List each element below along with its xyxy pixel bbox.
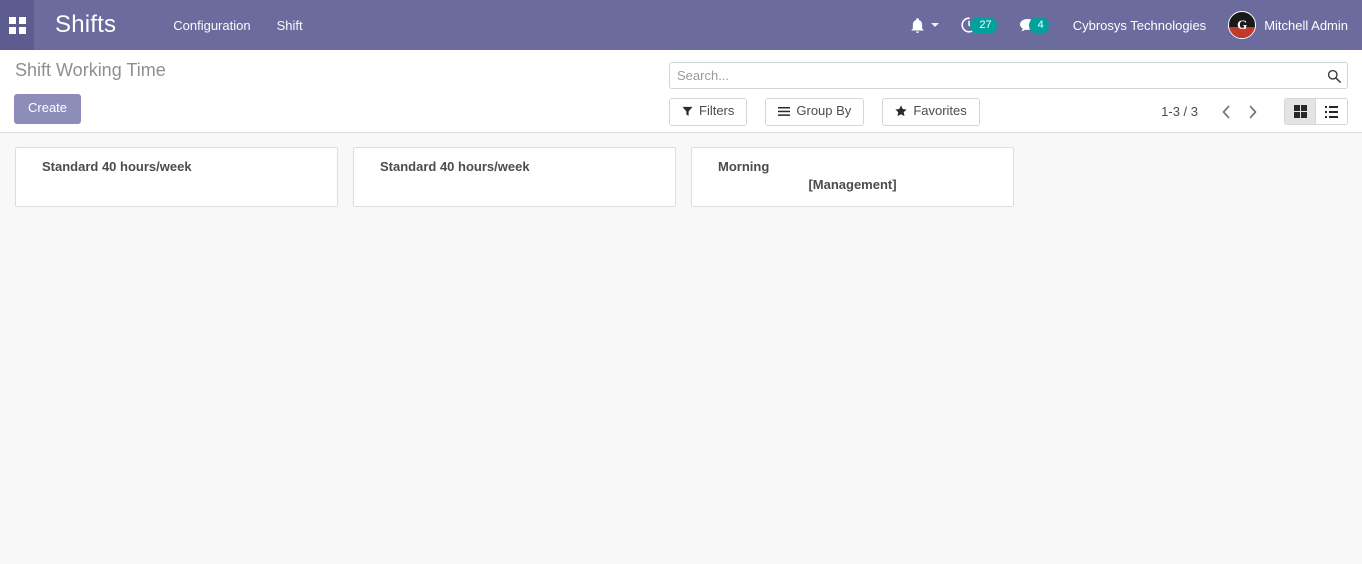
avatar: G [1228,11,1257,39]
kanban-card[interactable]: Standard 40 hours/week [353,147,676,208]
pager: 1-3 / 3 [1161,98,1266,125]
kanban-card-subtitle: [Management] [808,177,897,193]
clock-activity-icon: 27 [961,16,997,34]
kanban-card-title: Standard 40 hours/week [42,159,192,174]
search-dropdown-buttons: Filters Group By Favorites [669,98,980,126]
menu-item-configuration[interactable]: Configuration [173,18,250,33]
kanban-records-group: Standard 40 hours/week Standard 40 hours… [0,147,1362,219]
navbar-right-tools: 27 4 Cybrosys Technologies G Mitchell Ad… [900,0,1362,50]
search-icon[interactable] [1321,69,1341,83]
top-navbar: Shifts Configuration Shift 27 4 Cybrosys… [0,0,1362,50]
user-menu[interactable]: G Mitchell Admin [1219,11,1348,39]
control-panel-left: Shift Working Time Create [14,60,669,124]
favorites-button[interactable]: Favorites [882,98,980,126]
activity-counter-badge: 27 [970,16,997,34]
menu-item-shift[interactable]: Shift [277,18,303,33]
user-name-label: Mitchell Admin [1264,17,1348,33]
control-panel: Shift Working Time Create Search... Filt… [0,50,1362,133]
breadcrumb: Shift Working Time [15,60,166,80]
create-button[interactable]: Create [14,93,82,124]
avatar-initial: G [1237,17,1248,32]
group-by-label: Group By [796,103,852,118]
control-panel-buttons-row: Filters Group By Favorites 1-3 / 3 [669,98,1348,126]
pager-value: 1-3 / 3 [1161,104,1198,120]
list-view-button[interactable] [1316,99,1347,125]
pager-next-button[interactable] [1239,98,1266,125]
filter-funnel-icon [682,106,693,117]
kanban-card-title: Standard 40 hours/week [380,159,530,174]
navbar-menu-list: Configuration Shift [173,0,302,50]
kanban-view-button[interactable] [1285,99,1316,125]
messaging-menu[interactable]: 4 [1008,0,1060,50]
app-brand-shifts[interactable]: Shifts [34,0,116,50]
bell-icon [911,17,924,33]
kanban-card[interactable]: Standard 40 hours/week [15,147,338,208]
apps-grid-icon [8,16,26,34]
control-panel-right: Filters Group By [669,61,1348,126]
group-by-button[interactable]: Group By [765,98,865,126]
kanban-card[interactable]: Morning [Management] [691,147,1014,208]
chat-bubble-icon: 4 [1019,16,1049,34]
kanban-grid-icon [1293,105,1307,119]
chevron-down-icon [931,23,940,27]
company-switcher[interactable]: Cybrosys Technologies [1060,18,1219,33]
star-icon [895,105,907,117]
search-view[interactable] [669,62,1348,89]
activity-notifications-menu[interactable] [900,0,950,50]
activity-menu[interactable]: 27 [950,0,1007,50]
pager-previous-button[interactable] [1212,98,1239,125]
favorites-label: Favorites [913,103,967,118]
hamburger-lines-icon [778,106,791,117]
view-switcher [1284,98,1348,126]
kanban-card-title: Morning [718,159,770,174]
apps-menu-toggle[interactable] [0,0,34,50]
list-view-icon [1325,105,1338,118]
pager-and-views: 1-3 / 3 [1161,98,1348,126]
search-input[interactable] [677,63,1321,88]
kanban-view-content: Standard 40 hours/week Standard 40 hours… [0,133,1362,564]
filters-label: Filters [699,103,735,118]
filters-button[interactable]: Filters [669,98,748,126]
messaging-counter-badge: 4 [1028,16,1049,34]
